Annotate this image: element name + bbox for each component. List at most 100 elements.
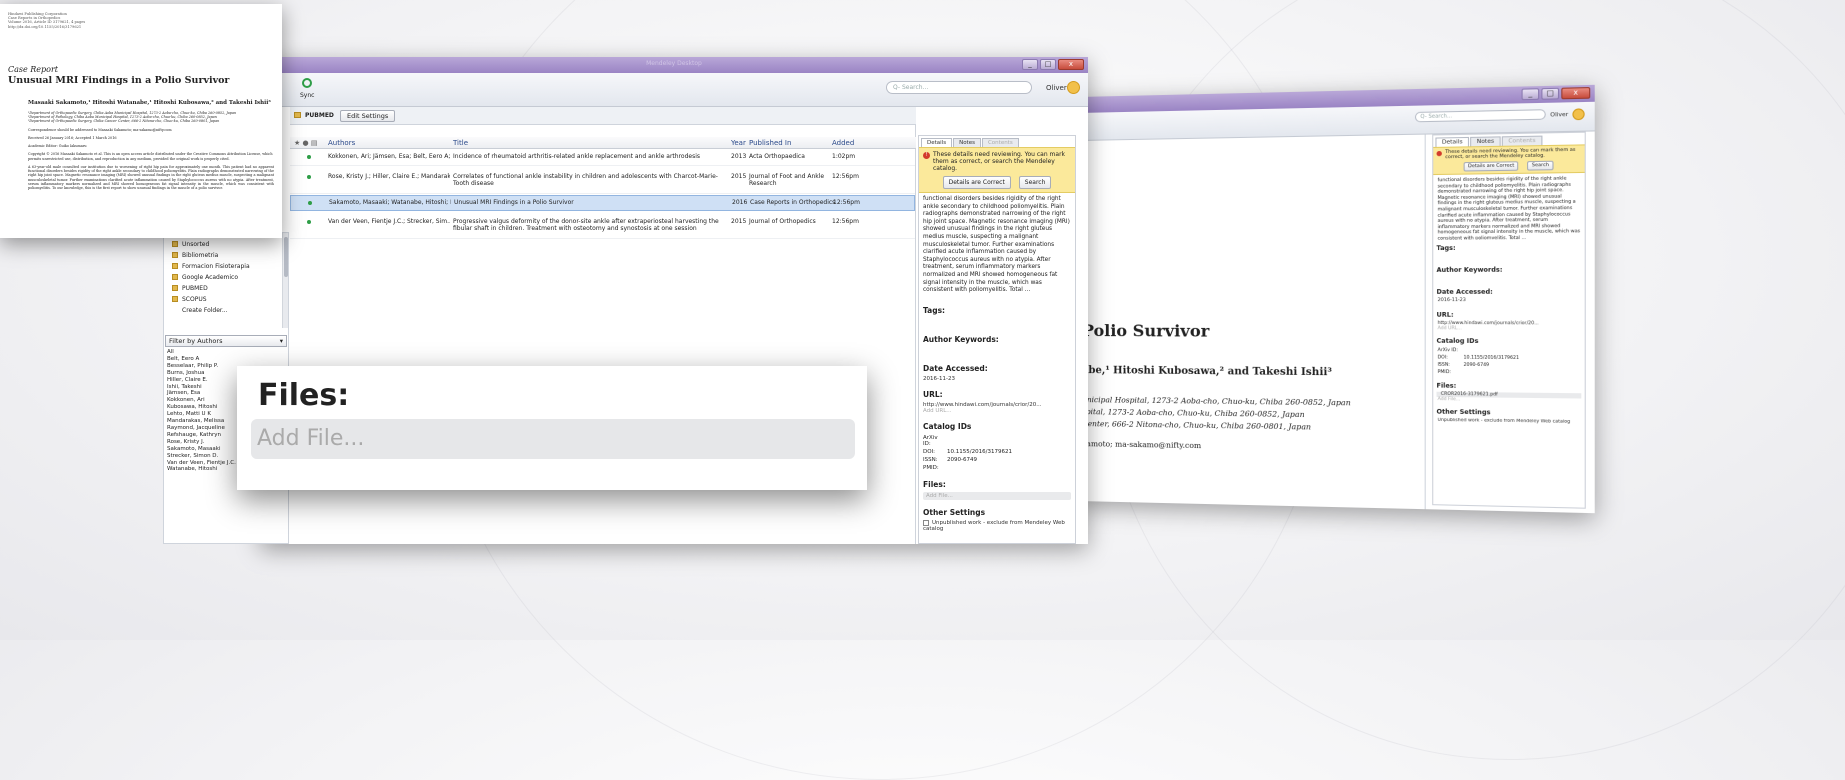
folder-item[interactable]: Google Academico <box>170 273 282 284</box>
folder-icon <box>172 296 178 302</box>
other-settings-label: Other Settings <box>1436 408 1491 417</box>
paper-kind: Case Report <box>8 64 59 74</box>
paper-page: Hindawi Publishing Corporation Case Repo… <box>0 4 282 238</box>
edit-settings-button[interactable]: Edit Settings <box>340 110 396 122</box>
avatar[interactable] <box>1067 81 1080 94</box>
zoom-files-label: Files: <box>258 378 350 413</box>
add-url[interactable]: Add URL... <box>1433 326 1584 332</box>
column-title[interactable]: Title <box>453 139 468 147</box>
folder-label: Unsorted <box>182 241 210 248</box>
row-year: 2016 <box>732 199 748 206</box>
minimize-button[interactable]: _ <box>1022 59 1038 70</box>
filter-label: Filter by Authors <box>169 337 223 345</box>
row-year: 2015 <box>731 173 747 180</box>
doi-label: DOI: <box>923 448 936 455</box>
filter-dropdown[interactable]: Filter by Authors ▾ <box>165 335 287 347</box>
tab-details[interactable]: Details <box>921 138 953 147</box>
folder-label: PUBMED <box>182 285 208 292</box>
folder-item[interactable]: Unsorted <box>170 240 282 251</box>
paper-authors: Masaaki Sakamoto,¹ Hitoshi Watanabe,¹ Hi… <box>28 99 271 106</box>
user-name[interactable]: Oliver <box>1550 112 1568 119</box>
star-column[interactable]: ★ ● ▤ <box>294 139 317 147</box>
row-published-in: Case Reports in Orthopedics <box>750 199 836 206</box>
maximize-button[interactable]: □ <box>1541 87 1560 100</box>
tab-notes[interactable]: Notes <box>1470 136 1501 147</box>
folder-header: PUBMED <box>305 112 334 119</box>
minimize-button[interactable]: _ <box>1521 88 1540 101</box>
other-settings-label: Other Settings <box>923 507 986 517</box>
close-button[interactable]: x <box>1058 59 1084 70</box>
folder-label: SCOPUS <box>182 296 207 303</box>
search-input[interactable]: Q- Search... <box>1414 109 1546 123</box>
unpublished-checkbox[interactable]: Unpublished work - exclude from Mendeley… <box>1433 418 1584 425</box>
warning-icon: ! <box>923 152 930 159</box>
column-year[interactable]: Year <box>731 139 746 147</box>
pdf-affiliation: Center, 666-2 Nitona-cho, Chuo-ku, Chiba… <box>1081 419 1312 432</box>
add-file-field[interactable]: Add File... <box>923 491 1071 500</box>
doi-value[interactable]: 10.1155/2016/3179621 <box>1464 355 1519 361</box>
add-file[interactable]: Add File... <box>1433 397 1584 404</box>
row-published-in: Journal of Foot and Ankle Research <box>749 173 825 187</box>
row-authors: Rose, Kristy J.; Hiller, Claire E.; Mand… <box>328 173 450 180</box>
unread-dot <box>308 201 312 205</box>
paper-title: Unusual MRI Findings in a Polio Survivor <box>8 74 230 86</box>
unpublished-checkbox[interactable]: Unpublished work - exclude from Mendeley… <box>919 519 1075 532</box>
tags-label: Tags: <box>923 305 946 315</box>
table-row[interactable]: Rose, Kristy J.; Hiller, Claire E.; Mand… <box>290 170 915 194</box>
folder-item[interactable]: Bibliometria <box>170 251 282 262</box>
column-authors[interactable]: Authors <box>328 139 355 147</box>
search-input[interactable]: Q- Search... <box>886 81 1032 94</box>
column-published-in[interactable]: Published In <box>749 139 791 147</box>
row-authors: Sakamoto, Masaaki; Watanabe, Hitoshi; K.… <box>329 199 451 206</box>
maximize-button[interactable]: □ <box>1040 59 1056 70</box>
unread-dot <box>307 155 311 159</box>
keywords-label: Author Keywords: <box>1436 266 1503 274</box>
date-accessed-value[interactable]: 2016-11-23 <box>919 376 1075 382</box>
table-row[interactable]: Van der Veen, Fientje J.C.; Strecker, Si… <box>290 215 915 239</box>
folder-icon <box>172 241 178 247</box>
filter-item[interactable]: All <box>165 349 287 356</box>
folder-item[interactable]: SCOPUS <box>170 295 282 306</box>
row-published-in: Acta Orthopaedica <box>749 153 805 160</box>
catalog-search-button[interactable]: Search <box>1527 160 1554 171</box>
tab-notes[interactable]: Notes <box>953 138 981 147</box>
create-folder[interactable]: Create Folder... <box>170 306 282 317</box>
table-row[interactable]: Kokkonen, Ari; Jämsen, Esa; Belt, Eero A… <box>290 150 915 166</box>
paper-editor: Academic Editor: Guiko Iakumaru <box>28 144 87 149</box>
folder-item[interactable]: PUBMED <box>170 284 282 295</box>
column-added[interactable]: Added <box>832 139 854 147</box>
close-button[interactable]: x <box>1561 87 1591 100</box>
pdf-affiliation: unicipal Hospital, 1273-2 Aoba-cho, Chuo… <box>1081 395 1351 408</box>
tab-contents[interactable]: Contents <box>981 138 1019 147</box>
details-correct-button[interactable]: Details are Correct <box>1463 161 1519 172</box>
url-label: URL: <box>1436 311 1454 319</box>
filter-item[interactable]: Belt, Eero A <box>165 356 287 363</box>
catalog-search-button[interactable]: Search <box>1018 176 1052 189</box>
table-row-selected[interactable]: Sakamoto, Masaaki; Watanabe, Hitoshi; K.… <box>290 195 915 211</box>
unpublished-label: Unpublished work - exclude from Mendeley… <box>923 519 1065 532</box>
zoom-add-file-field[interactable]: Add File... <box>251 419 855 459</box>
paper-correspondence: Correspondence should be addressed to Ma… <box>28 128 172 133</box>
issn-value[interactable]: 2090-6749 <box>947 457 977 463</box>
details-correct-button[interactable]: Details are Correct <box>942 176 1011 189</box>
sidebar-scrollbar[interactable] <box>282 233 288 328</box>
avatar[interactable] <box>1572 108 1585 121</box>
abstract-text: functional disorders besides rigidity of… <box>923 196 1070 294</box>
date-accessed-value[interactable]: 2016-11-23 <box>1433 298 1584 303</box>
pdf-affiliation: spital, 1273-2 Aoba-cho, Chuo-ku, Chiba … <box>1081 407 1305 420</box>
arxiv-label: ArXiv ID: <box>923 434 938 447</box>
sync-label[interactable]: Sync <box>300 92 314 99</box>
issn-value[interactable]: 2090-6749 <box>1464 363 1490 368</box>
catalog-ids-label: Catalog IDs <box>1436 337 1479 346</box>
files-zoom-callout: Files: Add File... <box>237 366 867 490</box>
sync-icon[interactable] <box>302 78 312 88</box>
doi-value[interactable]: 10.1155/2016/3179621 <box>947 449 1012 455</box>
row-authors: Van der Veen, Fientje J.C.; Strecker, Si… <box>328 218 450 225</box>
add-url[interactable]: Add URL... <box>919 408 1075 414</box>
unread-dot <box>307 220 311 224</box>
user-name[interactable]: Oliver <box>1046 84 1067 92</box>
url-label: URL: <box>923 389 943 399</box>
folder-item[interactable]: Formacion Fisioterapia <box>170 262 282 273</box>
row-title: Correlates of functional ankle instabili… <box>453 173 718 187</box>
row-added: 12:56pm <box>832 218 859 225</box>
